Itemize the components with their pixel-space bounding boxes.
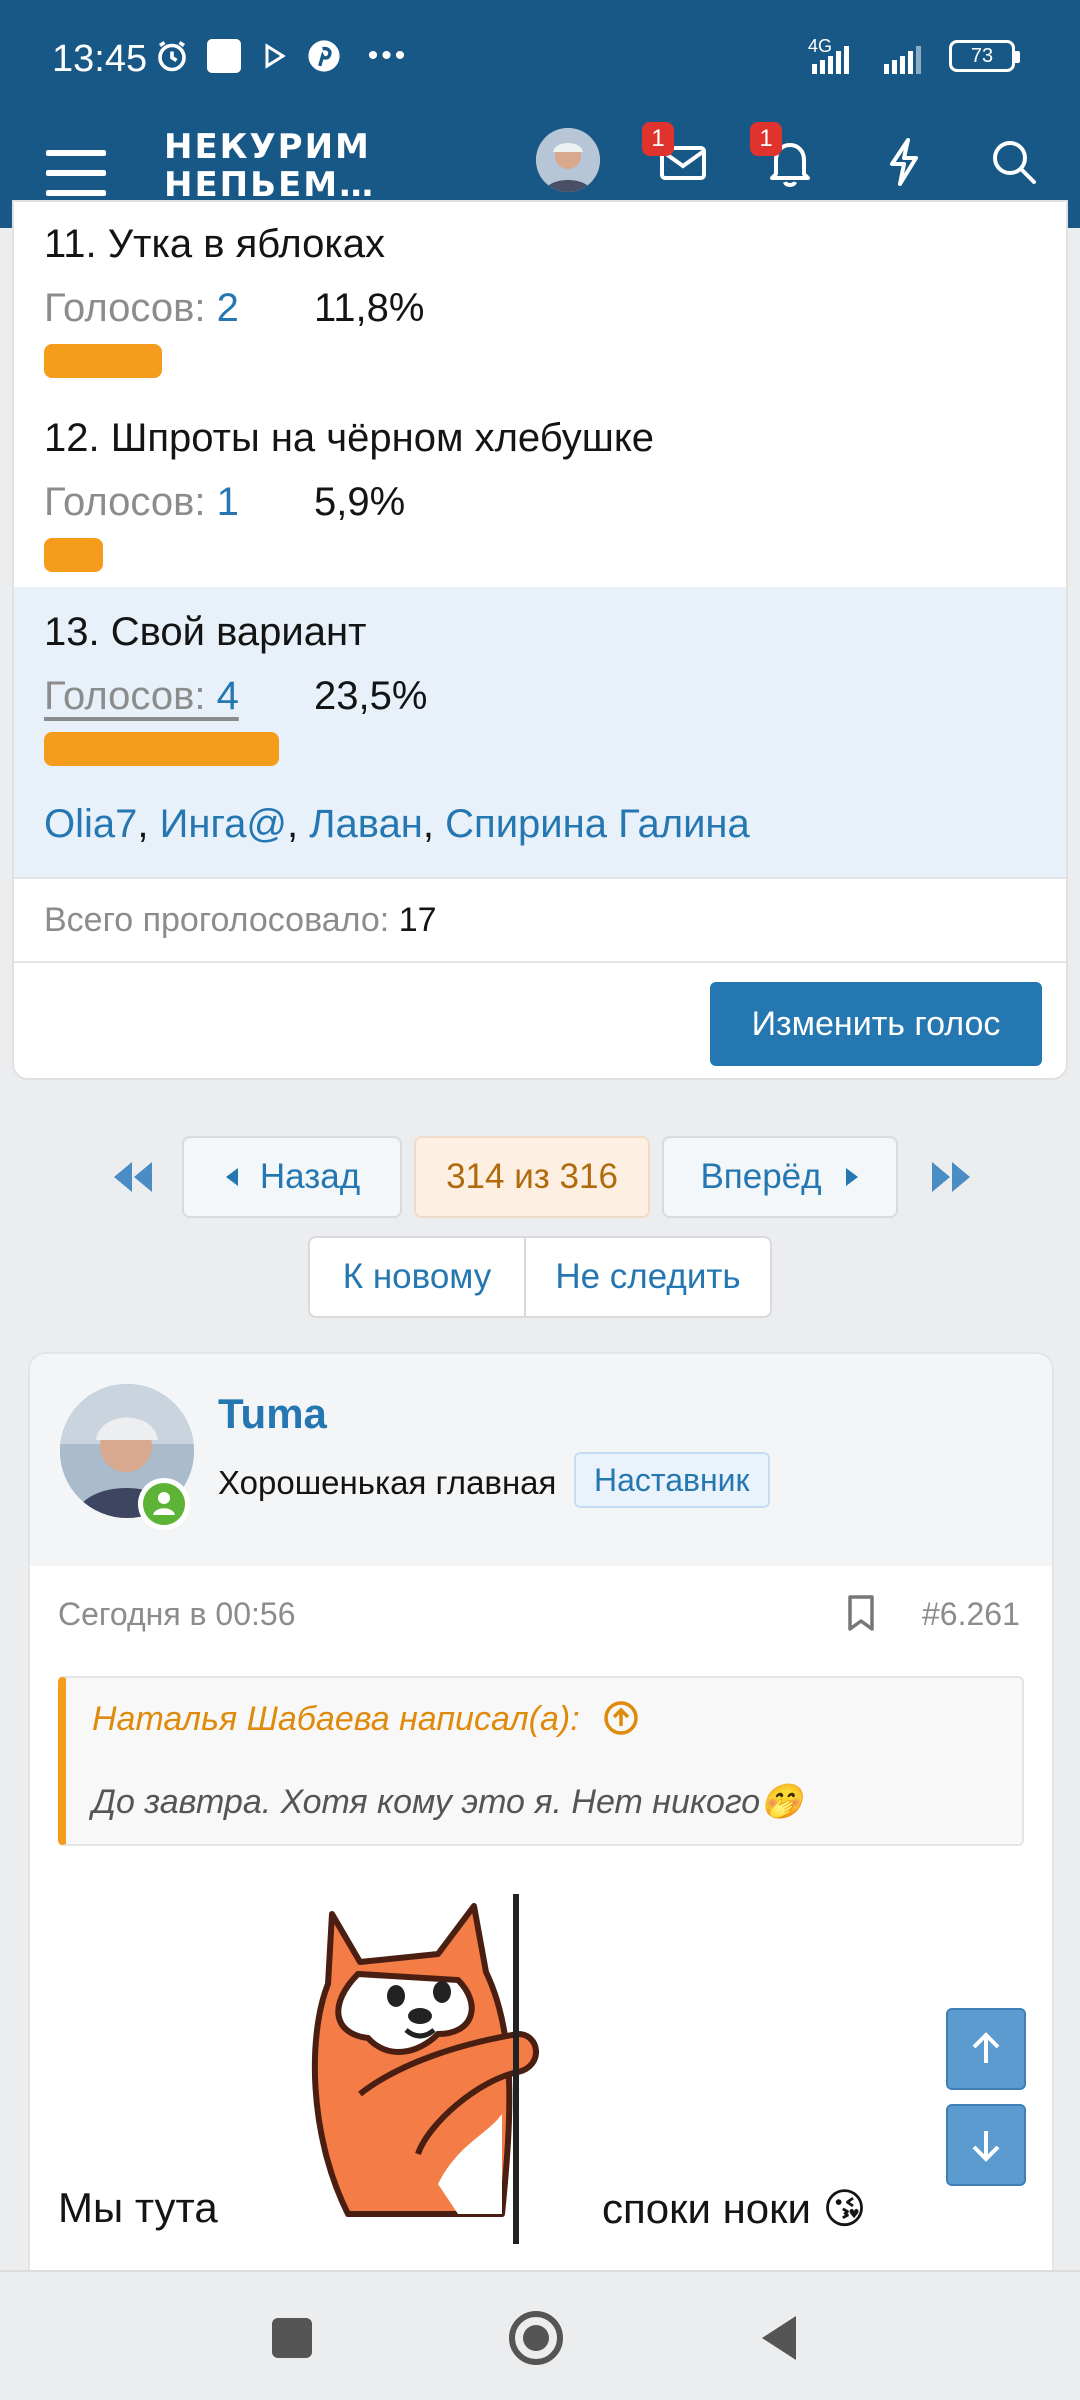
logo-line1: НЕКУРИМ <box>164 127 371 167</box>
search-icon[interactable] <box>984 132 1044 192</box>
system-nav-bar <box>0 2270 1080 2400</box>
unwatch-button[interactable]: Не следить <box>524 1236 772 1318</box>
message-text-right: споки ноки 😘 <box>602 2185 867 2232</box>
signal-icon: 4G <box>800 36 940 76</box>
lightning-icon[interactable] <box>874 132 934 192</box>
notification-square-icon <box>206 36 242 76</box>
user-avatar[interactable] <box>536 128 600 192</box>
option-percent: 11,8% <box>314 286 425 330</box>
last-page-icon[interactable] <box>920 1140 980 1214</box>
play-icon <box>260 36 290 76</box>
poll-total: Всего проголосовало: 17 <box>44 901 437 940</box>
option-percent: 5,9% <box>314 480 406 524</box>
post-user-header: Tuma Хорошенькая главная Наставник <box>30 1354 1052 1566</box>
message-text-left: Мы тута <box>58 2184 218 2231</box>
post-date[interactable]: Сегодня в 00:56 <box>58 1596 296 1633</box>
status-time: 13:45 <box>52 38 148 80</box>
prev-page-button[interactable]: Назад <box>182 1136 402 1218</box>
quote-text: До завтра. Хотя кому это я. Нет никого🤭 <box>92 1783 803 1821</box>
online-status-icon <box>138 1478 190 1530</box>
to-new-button[interactable]: К новому <box>308 1236 526 1318</box>
site-logo[interactable]: НЕКУРИМ НЕПЬЕМ… <box>164 128 375 204</box>
prev-label: Назад <box>259 1157 361 1196</box>
home-icon[interactable] <box>506 2308 566 2368</box>
more-dots-icon: ••• <box>367 39 409 72</box>
quote-author-text: Наталья Шабаева написал(а): <box>92 1700 580 1738</box>
voters-list: Olia7, Инга@, Лаван, Спирина Галина <box>44 802 750 846</box>
network-type: 4G <box>808 36 833 56</box>
caret-left-icon <box>225 1168 238 1186</box>
quote-block: Наталья Шабаева написал(а): До завтра. Х… <box>58 1676 1024 1846</box>
bookmark-icon[interactable] <box>844 1594 878 1632</box>
option-bar <box>44 538 103 572</box>
first-page-icon[interactable] <box>104 1140 164 1214</box>
alarm-icon <box>152 36 192 76</box>
scroll-down-button[interactable] <box>946 2104 1026 2186</box>
votes-count: 1 <box>216 480 239 524</box>
forum-post: Tuma Хорошенькая главная Наставник Сегод… <box>28 1352 1054 2272</box>
arrow-up-circle-icon <box>604 1701 638 1735</box>
menu-icon[interactable] <box>44 134 108 198</box>
voter-link[interactable]: Инга@ <box>160 802 287 846</box>
option-votes[interactable]: Голосов: 2 <box>44 286 239 331</box>
poll-total-row: Всего проголосовало: 17 <box>14 877 1066 963</box>
current-page[interactable]: 314 из 316 <box>414 1136 650 1218</box>
post-username[interactable]: Tuma <box>218 1390 327 1438</box>
logo-line2: НЕПЬЕМ… <box>164 165 376 205</box>
role-badge: Наставник <box>574 1452 770 1508</box>
quote-author[interactable]: Наталья Шабаева написал(а): <box>92 1700 639 1739</box>
next-label: Вперёд <box>700 1157 822 1196</box>
status-bar: 13:45 ••• 4G 73 <box>0 0 1080 118</box>
option-title: 11. Утка в яблоках <box>44 222 386 266</box>
caret-right-icon <box>845 1168 858 1186</box>
option-percent: 23,5% <box>314 674 428 718</box>
poll-results: 11. Утка в яблоках Голосов: 2 11,8% 12. … <box>12 200 1068 1080</box>
next-page-button[interactable]: Вперёд <box>662 1136 898 1218</box>
voter-link[interactable]: Olia7 <box>44 802 137 846</box>
option-title: 12. Шпроты на чёрном хлебушке <box>44 416 655 460</box>
back-icon[interactable] <box>752 2308 812 2368</box>
post-number[interactable]: #6.261 <box>922 1596 1020 1633</box>
votes-count: 2 <box>216 286 239 330</box>
alerts-icon[interactable]: 1 <box>750 122 820 192</box>
votes-label: Голосов: <box>44 480 206 524</box>
fox-sticker <box>288 1884 578 2244</box>
battery-icon: 73 <box>946 36 1020 76</box>
voter-link[interactable]: Лаван <box>309 802 423 846</box>
battery-level: 73 <box>970 45 994 67</box>
option-title: 13. Свой вариант <box>44 610 367 654</box>
change-vote-button[interactable]: Изменить голос <box>710 982 1042 1066</box>
total-value: 17 <box>398 901 437 939</box>
pinterest-icon <box>306 36 342 76</box>
messages-badge: 1 <box>642 122 674 156</box>
option-votes[interactable]: Голосов: 1 <box>44 480 239 525</box>
total-label: Всего проголосовало: <box>44 901 390 939</box>
alerts-badge: 1 <box>750 122 782 156</box>
option-bar <box>44 344 162 378</box>
scroll-up-button[interactable] <box>946 2008 1026 2090</box>
messages-icon[interactable]: 1 <box>642 122 712 192</box>
voter-link[interactable]: Спирина Галина <box>445 802 750 846</box>
votes-label: Голосов: <box>44 674 206 718</box>
arrow-down-icon <box>972 2131 1000 2162</box>
recent-apps-icon[interactable] <box>262 2308 322 2368</box>
votes-count: 4 <box>216 674 239 718</box>
votes-label: Голосов: <box>44 286 206 330</box>
arrow-up-icon <box>972 2032 1000 2063</box>
option-votes[interactable]: Голосов: 4 <box>44 674 239 719</box>
option-bar <box>44 732 279 766</box>
user-title: Хорошенькая главная <box>218 1464 557 1501</box>
